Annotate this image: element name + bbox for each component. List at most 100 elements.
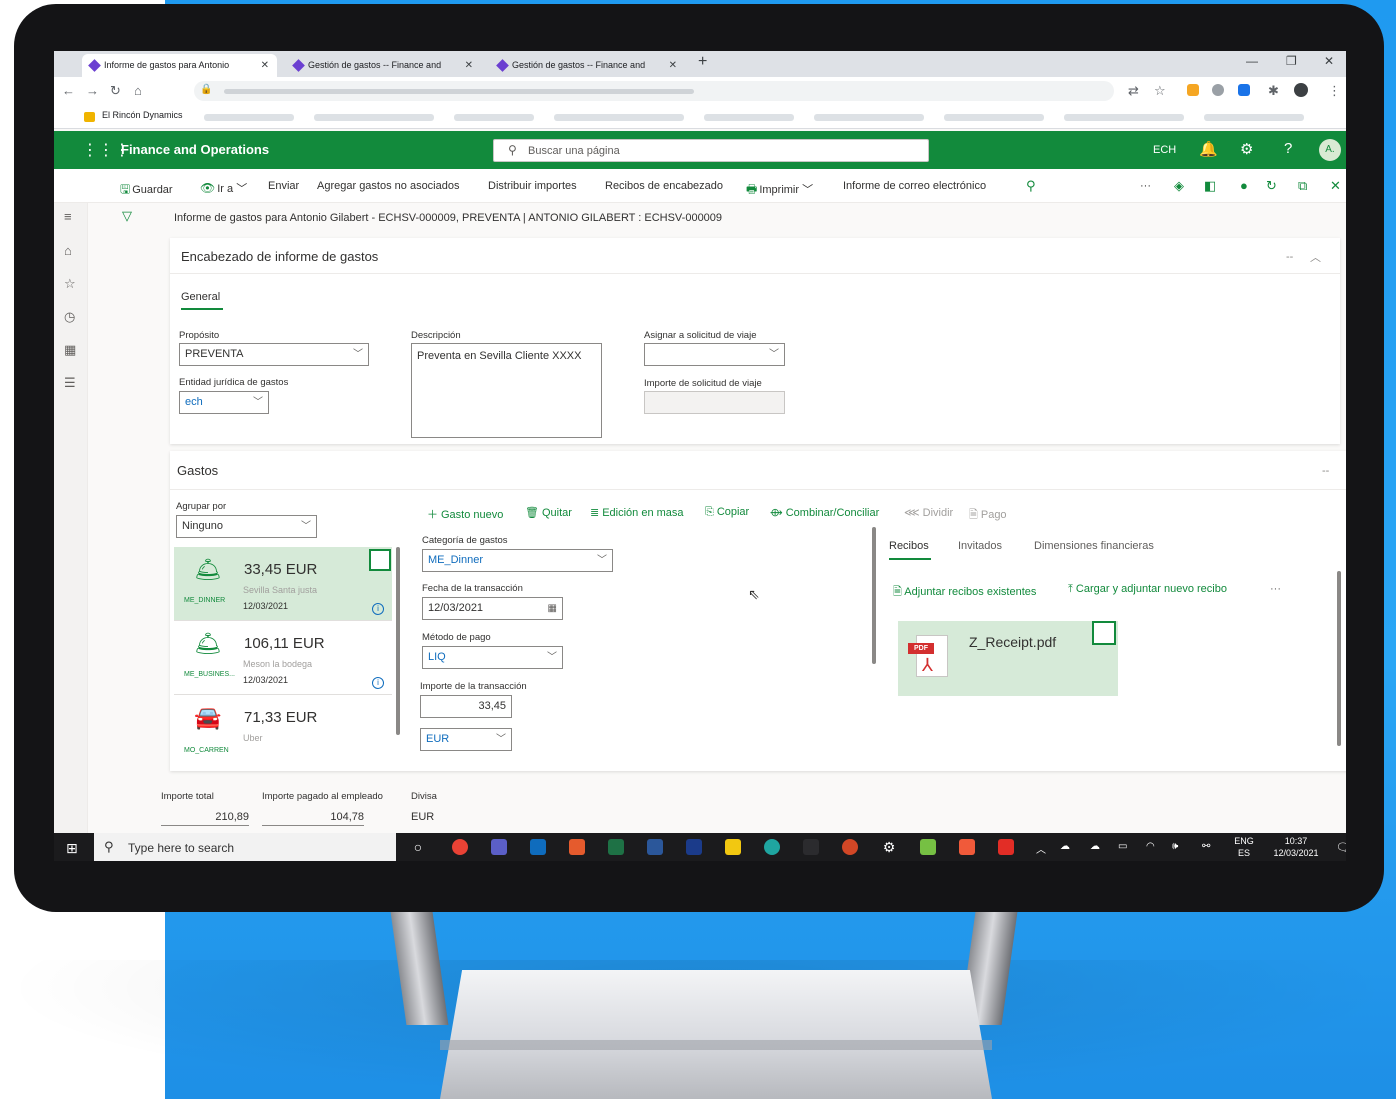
menu-kebab-icon[interactable]: ⋮ <box>1328 83 1341 99</box>
header-fasttab-title[interactable]: Encabezado de informe de gastos <box>181 249 378 264</box>
purpose-select[interactable]: PREVENTA ﹀ <box>179 343 369 366</box>
bookmark-blurred[interactable] <box>554 114 684 121</box>
profile-icon[interactable] <box>1294 83 1308 97</box>
input-language[interactable]: ENG ES <box>1232 835 1256 859</box>
back-icon[interactable]: ← <box>62 83 75 98</box>
receipts-scrollbar[interactable] <box>1337 571 1341 746</box>
save-button[interactable]: 🖫 Guardar <box>120 180 173 201</box>
home-icon[interactable]: ⌂ <box>134 83 142 98</box>
print-button[interactable]: 🖶 Imprimir ﹀ <box>746 180 813 201</box>
add-unattached-button[interactable]: Agregar gastos no asociados <box>317 180 459 192</box>
taskbar-search-input[interactable]: ⚲ Type here to search <box>94 833 396 861</box>
browser-tab-3[interactable]: Gestión de gastos -- Finance and ✕ <box>490 54 685 77</box>
hamburger-icon[interactable]: ≡ <box>64 209 72 224</box>
tab-receipts[interactable]: Recibos <box>889 540 929 552</box>
header-receipts-button[interactable]: Recibos de encabezado <box>605 180 723 192</box>
browser-tab-1[interactable]: Informe de gastos para Antonio ✕ <box>82 54 277 77</box>
word-icon[interactable] <box>647 839 663 855</box>
bookmark-blurred[interactable] <box>204 114 294 121</box>
taskbar-clock[interactable]: 10:37 12/03/2021 <box>1264 835 1328 859</box>
home-icon[interactable]: ⌂ <box>64 243 72 258</box>
extension-icon[interactable] <box>1238 84 1250 96</box>
chevron-up-icon[interactable]: ︿ <box>1036 841 1046 856</box>
minimize-icon[interactable]: — <box>1246 54 1258 68</box>
app-icon[interactable] <box>686 839 702 855</box>
file-explorer-icon[interactable] <box>725 839 741 855</box>
modules-list-icon[interactable]: ☰ <box>64 375 76 391</box>
bookmark-blurred[interactable] <box>314 114 434 121</box>
rss-extension-icon[interactable] <box>1187 84 1199 96</box>
bookmark-blurred[interactable] <box>944 114 1044 121</box>
help-icon[interactable]: ? <box>1284 140 1292 157</box>
close-icon[interactable]: ✕ <box>669 54 677 77</box>
workspaces-icon[interactable]: ▦ <box>64 342 76 358</box>
notification-icon[interactable]: 🔔 <box>1199 140 1218 158</box>
close-icon[interactable]: ✕ <box>261 54 269 77</box>
avatar[interactable]: A. <box>1319 139 1341 161</box>
onedrive-icon[interactable]: ☁ <box>1060 841 1070 852</box>
bookmark-blurred[interactable] <box>1064 114 1184 121</box>
info-icon[interactable]: i <box>372 677 384 689</box>
info-icon[interactable]: i <box>372 603 384 615</box>
company-picker[interactable]: ECH <box>1153 144 1176 156</box>
battery-icon[interactable]: ▭ <box>1118 841 1127 852</box>
app-name[interactable]: Finance and Operations <box>121 142 269 157</box>
gear-icon[interactable]: ⚙ <box>881 839 897 855</box>
translate-icon[interactable]: ⇄ <box>1128 83 1139 99</box>
bookmark-blurred[interactable] <box>1204 114 1304 121</box>
tab-financial-dimensions[interactable]: Dimensiones financieras <box>1034 540 1154 552</box>
bookmark-blurred[interactable] <box>814 114 924 121</box>
new-expense-button[interactable]: ＋ Gasto nuevo <box>427 506 503 522</box>
payment-button[interactable]: 🗎 Pago <box>969 506 1007 525</box>
transaction-amount-input[interactable]: 33,45 <box>420 695 512 718</box>
attach-existing-receipts-button[interactable]: 🗎 Adjuntar recibos existentes <box>893 583 1036 602</box>
refresh-icon[interactable]: ↻ <box>1266 178 1277 194</box>
copy-button[interactable]: ⎘ Copiar <box>705 506 749 519</box>
action-search-icon[interactable]: ⚲ <box>1026 178 1036 194</box>
close-icon[interactable]: ✕ <box>465 54 473 77</box>
chevron-up-icon[interactable]: ︿ <box>1310 249 1321 265</box>
expense-list-item[interactable]: 🛎 ME_BUSINES... 106,11 EUR Meson la bode… <box>174 621 392 695</box>
mass-edit-button[interactable]: ≣ Edición en masa <box>590 506 684 519</box>
new-tab-button[interactable]: + <box>698 53 707 71</box>
currency-select[interactable]: EUR ﹀ <box>420 728 512 751</box>
puzzle-icon[interactable]: ✱ <box>1268 83 1279 99</box>
receipt-tile[interactable]: PDF ⅄ Z_Receipt.pdf <box>898 621 1118 696</box>
more-actions-button[interactable]: ··· <box>1140 180 1151 192</box>
reload-icon[interactable]: ↻ <box>110 83 121 99</box>
app-icon[interactable] <box>920 839 936 855</box>
favorites-star-icon[interactable]: ☆ <box>64 276 76 292</box>
bookmark-blurred[interactable] <box>704 114 794 121</box>
goto-button[interactable]: 👁 Ir a ﹀ <box>200 180 247 196</box>
tab-guests[interactable]: Invitados <box>958 540 1002 552</box>
url-input[interactable]: 🔒 <box>194 81 1114 101</box>
travel-request-select[interactable]: ﹀ <box>644 343 785 366</box>
tab-general[interactable]: General <box>181 291 220 303</box>
windows-start-icon[interactable]: ⊞ <box>66 840 78 857</box>
remove-button[interactable]: 🗑 Quitar <box>525 506 572 519</box>
email-report-button[interactable]: Informe de correo electrónico <box>843 180 986 192</box>
recent-clock-icon[interactable]: ◷ <box>64 309 75 325</box>
window-close-icon[interactable]: ✕ <box>1324 54 1334 68</box>
transaction-date-input[interactable]: 12/03/2021 ▦ <box>422 597 563 620</box>
outlook-icon[interactable] <box>530 839 546 855</box>
office-icon[interactable]: ◧ <box>1204 178 1216 194</box>
network-icon[interactable]: ⚯ <box>1202 841 1210 852</box>
legal-entity-select[interactable]: ech ﹀ <box>179 391 269 414</box>
expense-list-scrollbar[interactable] <box>396 547 400 735</box>
excel-icon[interactable] <box>608 839 624 855</box>
bookmark-el-rincon[interactable]: El Rincón Dynamics <box>102 110 183 120</box>
group-by-select[interactable]: Ninguno ﹀ <box>176 515 317 538</box>
bookmark-blurred[interactable] <box>454 114 534 121</box>
app-icon[interactable] <box>569 839 585 855</box>
expense-list-item[interactable]: 🚘 MO_CARREN 71,33 EUR Uber <box>174 695 392 757</box>
chrome-icon[interactable] <box>452 839 468 855</box>
restore-icon[interactable]: ❐ <box>1286 54 1297 68</box>
star-icon[interactable]: ☆ <box>1154 83 1166 99</box>
detail-splitter[interactable] <box>872 527 876 664</box>
expenses-fasttab-title[interactable]: Gastos <box>177 463 218 478</box>
category-select[interactable]: ME_Dinner ﹀ <box>422 549 613 572</box>
expense-checkbox[interactable] <box>369 549 391 571</box>
app-icon[interactable] <box>959 839 975 855</box>
split-button[interactable]: ⋘ Dividir <box>904 506 953 519</box>
